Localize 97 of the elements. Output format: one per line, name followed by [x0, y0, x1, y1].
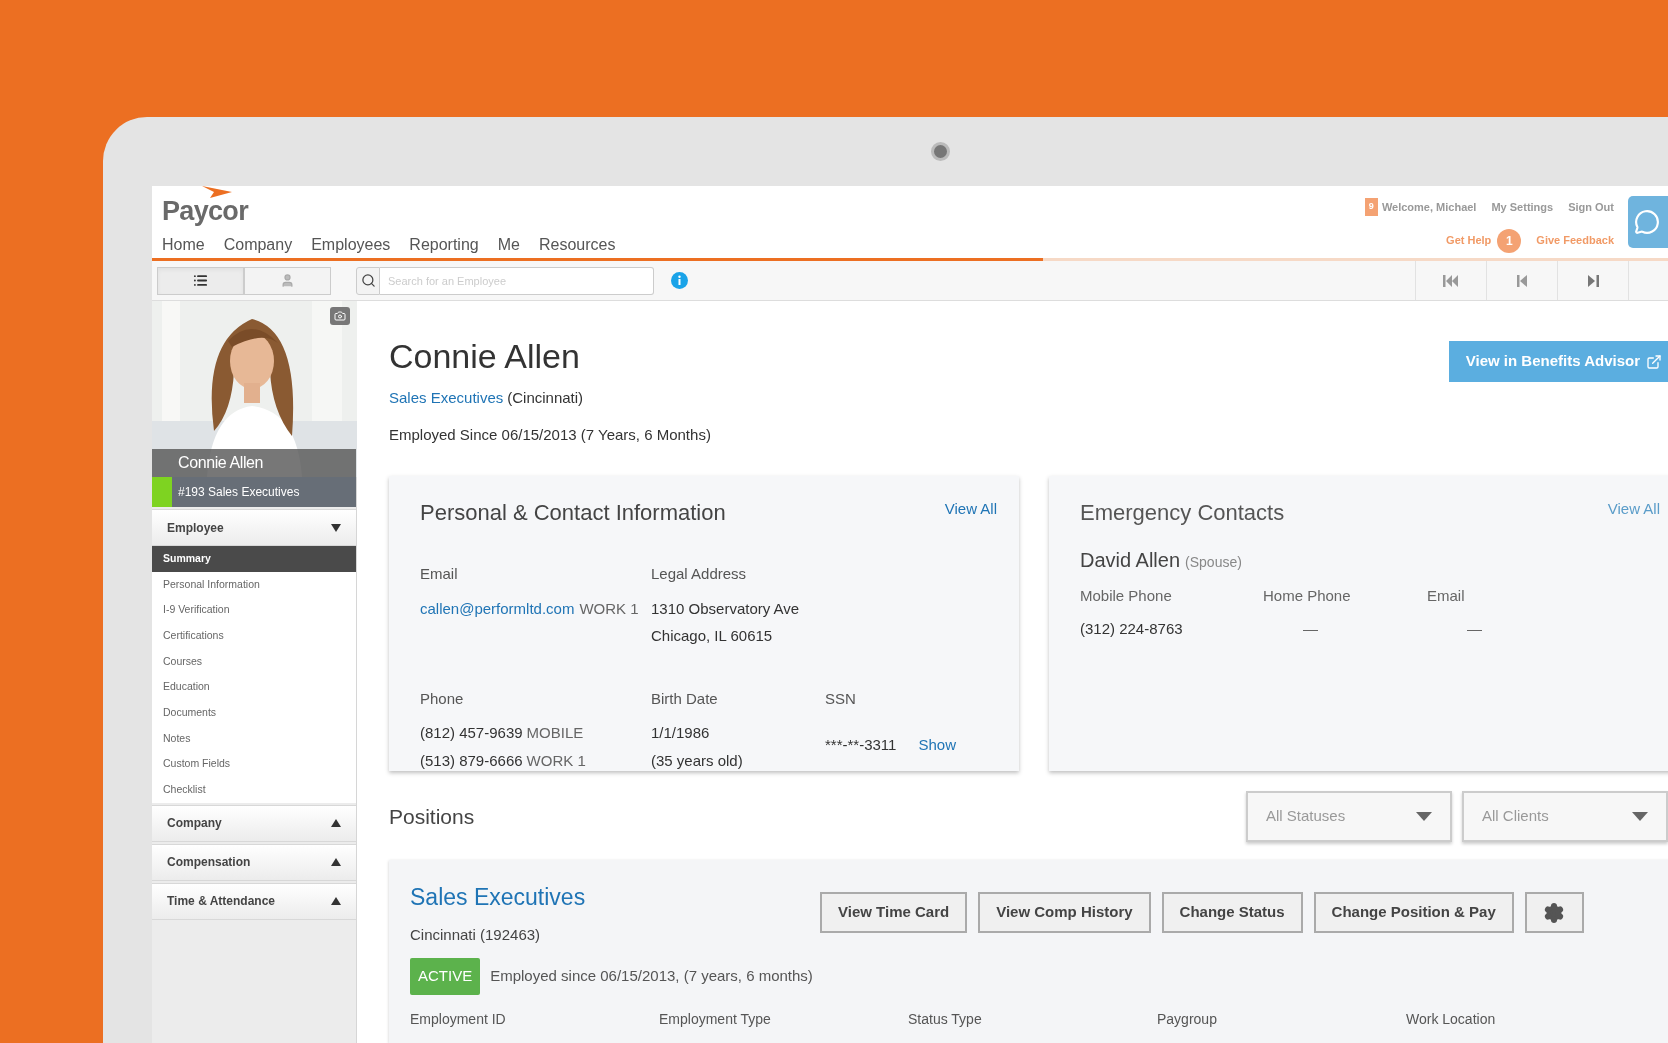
caret-up-icon [331, 819, 341, 828]
search-button[interactable] [356, 266, 380, 295]
employed-since-text: Employed since 06/15/2013, (7 years, 6 months) [490, 966, 813, 986]
address-line: Chicago, IL 60615 [651, 626, 774, 646]
position-title[interactable]: Sales Executives [410, 880, 820, 915]
address-line: 1310 Observatory Ave [651, 598, 800, 619]
nav-link[interactable]: Home [162, 233, 205, 257]
external-link-icon [1646, 353, 1662, 370]
sidebar-item[interactable]: Education [152, 674, 356, 701]
card-title: Emergency Contacts [1080, 499, 1285, 527]
field-label: Legal Address [651, 564, 748, 584]
sidebar-item[interactable]: Notes [152, 725, 356, 752]
caret-up-icon [331, 897, 341, 906]
phone-type: WORK 1 [526, 750, 586, 771]
sidebar-item[interactable]: Checklist [152, 777, 356, 803]
field-label: Email [420, 564, 459, 584]
person-icon [280, 273, 295, 288]
logo: Paycor [162, 196, 248, 226]
nav-link[interactable]: Resources [538, 233, 616, 257]
nav-link[interactable]: Employees [311, 233, 391, 257]
skip-back-icon [1516, 274, 1528, 287]
sidebar-item[interactable]: I-9 Verification [152, 597, 356, 624]
column-header: Status Type [908, 1009, 983, 1029]
phone-number: (513) 879-6666 [420, 750, 523, 771]
employee-name: Connie Allen [178, 453, 264, 473]
column-header: Work Location [1406, 1009, 1497, 1029]
caret-down-icon [331, 523, 341, 532]
camera-button[interactable] [330, 307, 350, 325]
status-badge: ACTIVE [410, 958, 481, 995]
help-count-badge: 1 [1497, 228, 1522, 253]
action-button[interactable]: Change Status [1161, 892, 1303, 933]
email-type: WORK 1 [579, 598, 639, 619]
settings-button[interactable] [1524, 892, 1584, 933]
accordion-header[interactable]: Company [152, 804, 356, 842]
field-label: Mobile Phone [1080, 586, 1173, 606]
section-title: Positions [389, 803, 476, 830]
age-text: (35 years old) [651, 750, 744, 771]
dropdown-caret-icon [1416, 812, 1432, 821]
accordion-header[interactable]: Employee [152, 509, 356, 546]
contact-name: David Allen [1080, 548, 1181, 573]
birth-date: 1/1/1986 [651, 723, 711, 743]
location-text: (Cincinnati) [507, 388, 584, 408]
email-link[interactable]: callen@performltd.com [420, 597, 575, 620]
camera-lens [931, 142, 950, 161]
camera-icon [334, 310, 346, 322]
chat-icon [1634, 209, 1660, 235]
view-toggle[interactable] [157, 266, 244, 295]
action-button[interactable]: View Time Card [820, 892, 968, 933]
skip-forward-icon [1587, 274, 1599, 287]
card-title: Personal & Contact Information [420, 499, 726, 527]
sidebar-item[interactable]: Custom Fields [152, 751, 356, 778]
field-value: — [1466, 618, 1483, 639]
nav-link[interactable]: Company [223, 233, 293, 257]
field-label: SSN [825, 688, 857, 709]
field-value: (312) 224-8763 [1080, 618, 1184, 639]
action-button[interactable]: Change Position & Pay [1313, 892, 1514, 933]
status-indicator [152, 477, 172, 507]
sidebar-item[interactable]: Courses [152, 648, 356, 675]
dropdown-caret-icon [1632, 812, 1648, 821]
view-all-link[interactable]: View All [944, 498, 997, 521]
search-icon [360, 273, 376, 288]
employed-since-text: Employed Since 06/15/2013 (7 Years, 6 Months) [389, 424, 711, 445]
chat-button[interactable] [1628, 196, 1668, 248]
logo-swoosh-icon [202, 186, 232, 198]
accordion-header[interactable]: Time & Attendance [152, 882, 356, 920]
sidebar-item[interactable]: Certifications [152, 623, 356, 649]
skip-first-icon [1443, 274, 1459, 287]
department-link[interactable]: Sales Executives [389, 387, 504, 410]
accordion-header[interactable]: Compensation [152, 843, 356, 881]
field-label: Birth Date [651, 688, 719, 709]
list-icon [193, 273, 208, 288]
info-icon[interactable] [671, 272, 688, 289]
sidebar-item[interactable]: Documents [152, 700, 356, 726]
action-button[interactable]: View Comp History [978, 892, 1151, 933]
employee-subtitle: #193 Sales Executives [178, 484, 300, 501]
ssn-value: ***-**-3311 [825, 735, 897, 755]
caret-up-icon [331, 858, 341, 867]
field-value: — [1302, 618, 1319, 639]
position-subtitle: Cincinnati (192463) [410, 924, 542, 945]
field-label: Home Phone [1263, 586, 1352, 606]
column-header: Employment ID [410, 1009, 507, 1029]
phone-number: (812) 457-9639 [420, 723, 523, 743]
view-toggle[interactable] [244, 266, 331, 295]
phone-type: MOBILE [526, 723, 584, 743]
nav-link[interactable]: Me [497, 233, 520, 257]
sidebar-item[interactable]: Personal Information [152, 571, 356, 598]
column-header: Paygroup [1157, 1009, 1218, 1029]
nav-link[interactable]: Reporting [409, 233, 479, 257]
sidebar-item[interactable]: Summary [152, 546, 356, 572]
settings-icon [1543, 901, 1566, 924]
column-header: Employment Type [659, 1009, 772, 1029]
welcome-text: Welcome, Michael [1381, 199, 1477, 215]
field-label: Phone [420, 688, 465, 709]
field-label: Email [1427, 586, 1466, 606]
employee-title: Connie Allen [389, 339, 581, 373]
show-ssn-link[interactable]: Show [918, 734, 956, 757]
contact-relation: (Spouse) [1185, 553, 1242, 572]
